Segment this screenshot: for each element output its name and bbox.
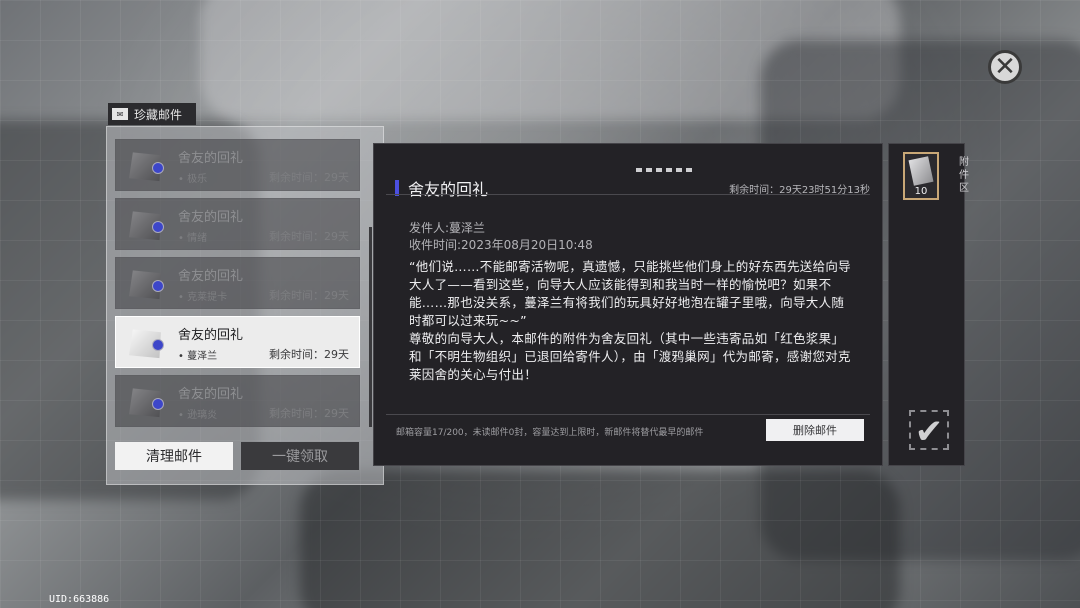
- mail-item-title: 舍友的回礼: [178, 210, 244, 225]
- mail-list-item[interactable]: 舍友的回礼 • 克莱提卡 剩余时间：29天: [115, 257, 360, 309]
- mail-body-paragraph: 尊敬的向导大人，本邮件的附件为舍友回礼（其中一些违寄品如「红色浆果」和「不明生物…: [409, 331, 851, 382]
- close-button[interactable]: ✕: [988, 50, 1022, 84]
- seal-icon: [152, 398, 164, 410]
- attachment-panel: 10 附 件 区 ✔: [888, 143, 969, 466]
- mail-body: “他们说……不能邮寄活物呢，真遗憾，只能挑些他们身上的好东西先送给向导大人了——…: [409, 258, 853, 384]
- mail-list-panel: 舍友的回礼 • 极乐 剩余时间：29天 舍友的回礼 • 情绪 剩余时间：29天 …: [106, 126, 384, 485]
- mail-item-remaining: 剩余时间：29天: [269, 289, 349, 302]
- tab-label-text: 珍藏邮件: [134, 107, 183, 122]
- mail-item-sender: • 极乐: [178, 174, 208, 185]
- mail-detail-panel: 舍友的回礼 剩余时间：29天23时51分13秒 发件人:蔓泽兰 收件时间:202…: [373, 143, 883, 466]
- claim-all-button[interactable]: 一键领取: [241, 442, 359, 470]
- mail-sender: 发件人:蔓泽兰: [409, 221, 486, 235]
- mail-detail-title: 舍友的回礼: [395, 176, 488, 200]
- mail-item-title: 舍友的回礼: [178, 269, 244, 284]
- mail-item-sender: • 逊璃炎: [178, 410, 218, 421]
- mail-item-sender: • 蔓泽兰: [178, 351, 218, 362]
- attachment-item[interactable]: 10: [903, 152, 939, 200]
- mail-item-title: 舍友的回礼: [178, 151, 244, 166]
- delete-mail-button[interactable]: 删除邮件: [766, 419, 864, 441]
- mail-item-remaining: 剩余时间：29天: [269, 171, 349, 184]
- user-uid: UID:663886: [49, 594, 110, 605]
- mail-item-sender: • 克莱提卡: [178, 292, 228, 303]
- collection-mail-tab: ✉ 珍藏邮件: [108, 103, 196, 125]
- mail-tab-icon: ✉: [112, 108, 128, 120]
- seal-icon: [152, 221, 164, 233]
- mail-item-title: 舍友的回礼: [178, 387, 244, 402]
- close-x-icon: ✕: [994, 52, 1016, 82]
- mail-received-time: 收件时间:2023年08月20日10:48: [409, 238, 593, 252]
- seal-icon: [152, 162, 164, 174]
- checkmark-icon[interactable]: ✔: [909, 410, 949, 452]
- attachment-count: 10: [914, 186, 928, 197]
- paper-item-icon: [908, 156, 934, 186]
- mail-list-item-selected[interactable]: 舍友的回礼 • 蔓泽兰 剩余时间：29天: [115, 316, 360, 368]
- decorative-dots: [636, 168, 692, 172]
- seal-icon: [152, 339, 164, 351]
- mail-list-scrollbar[interactable]: [369, 227, 372, 427]
- clean-mail-button[interactable]: 清理邮件: [115, 442, 233, 470]
- mail-item-title: 舍友的回礼: [178, 328, 244, 343]
- mail-item-remaining: 剩余时间：29天: [269, 348, 349, 361]
- mail-list-item[interactable]: 舍友的回礼 • 情绪 剩余时间：29天: [115, 198, 360, 250]
- attachment-area-label: 附 件 区: [959, 157, 969, 194]
- footer-divider: [386, 414, 870, 415]
- mail-item-remaining: 剩余时间：29天: [269, 230, 349, 243]
- mail-list-item[interactable]: 舍友的回礼 • 极乐 剩余时间：29天: [115, 139, 360, 191]
- header-divider: [386, 194, 870, 195]
- mail-title-text: 舍友的回礼: [408, 180, 489, 199]
- seal-icon: [152, 280, 164, 292]
- mail-item-sender: • 情绪: [178, 233, 208, 244]
- mailbox-capacity-info: 邮箱容量17/200，未读邮件0封，容量达到上限时，新邮件将替代最早的邮件: [396, 428, 704, 438]
- mail-body-paragraph: “他们说……不能邮寄活物呢，真遗憾，只能挑些他们身上的好东西先送给向导大人了——…: [409, 259, 851, 328]
- mail-item-remaining: 剩余时间：29天: [269, 407, 349, 420]
- mail-list-item[interactable]: 舍友的回礼 • 逊璃炎 剩余时间：29天: [115, 375, 360, 427]
